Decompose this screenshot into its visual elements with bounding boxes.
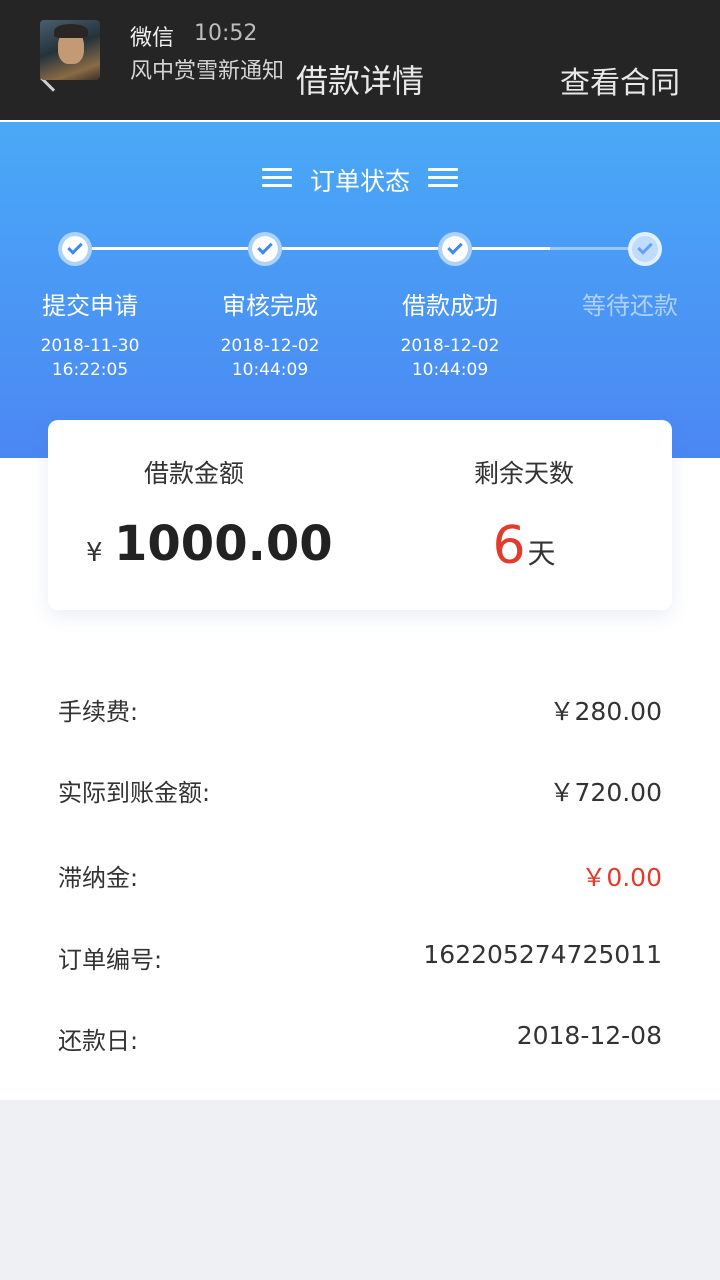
order-number-row: 订单编号: 162205274725011 — [58, 940, 662, 980]
remaining-days: 6天 — [394, 516, 654, 576]
notification-avatar[interactable] — [40, 20, 100, 80]
step-check-icon — [438, 232, 472, 266]
progress-line — [472, 247, 550, 250]
actual-received-row: 实际到账金额: ￥720.00 — [58, 773, 662, 813]
remaining-days-unit: 天 — [527, 537, 556, 570]
late-fee-row: 滞纳金: ￥0.00 — [58, 858, 662, 898]
detail-label: 还款日: — [58, 1027, 139, 1055]
currency-symbol: ¥ — [86, 538, 103, 568]
step-label-submit: 提交申请 — [42, 292, 138, 320]
step-label-success: 借款成功 — [402, 292, 498, 320]
step-check-icon — [628, 232, 662, 266]
detail-label: 滞纳金: — [58, 864, 139, 892]
status-title: 订单状态 — [309, 167, 410, 196]
menu-lines-icon — [428, 168, 458, 188]
progress-line — [92, 247, 248, 250]
step-timestamp: 2018-12-02 10:44:09 — [400, 336, 500, 380]
detail-value: 2018-12-08 — [516, 1021, 662, 1050]
step-check-icon — [248, 232, 282, 266]
step-label-waiting: 等待还款 — [582, 292, 678, 320]
view-contract-link[interactable]: 查看合同 — [560, 58, 680, 102]
fee-row: 手续费: ￥280.00 — [58, 692, 662, 732]
detail-label: 手续费: — [58, 698, 139, 726]
step-label-review: 审核完成 — [222, 292, 318, 320]
step-timestamp: 2018-11-30 16:22:05 — [40, 336, 140, 380]
detail-value: ￥720.00 — [549, 778, 662, 807]
header-bar: 借款详情 查看合同 微信 10:52 风中赏雪新通知 — [0, 0, 720, 120]
repayment-date-row: 还款日: 2018-12-08 — [58, 1021, 662, 1061]
remaining-days-value: 6 — [492, 516, 526, 576]
step-check-icon — [58, 232, 92, 266]
notification-app-name[interactable]: 微信 — [130, 20, 174, 52]
detail-value: ￥280.00 — [549, 697, 662, 726]
notification-message[interactable]: 风中赏雪新通知 — [130, 53, 284, 85]
detail-label: 实际到账金额: — [58, 779, 211, 807]
loan-amount-value: 1000.00 — [114, 516, 333, 572]
detail-value: 162205274725011 — [423, 940, 662, 969]
notification-time: 10:52 — [194, 21, 258, 46]
detail-value: ￥0.00 — [581, 863, 662, 892]
detail-label: 订单编号: — [58, 946, 163, 974]
remaining-days-label: 剩余天数 — [473, 459, 574, 488]
order-status-section: 订单状态 提交申请 审核完成 借款成功 等待还款 2018-11-30 16:22… — [0, 120, 720, 458]
loan-summary-card: 借款金额 剩余天数 ¥ 1000.00 6天 — [48, 420, 672, 610]
progress-line — [282, 247, 438, 250]
step-timestamp: 2018-12-02 10:44:09 — [220, 336, 320, 380]
loan-amount-label: 借款金额 — [143, 459, 244, 488]
progress-line-pending — [550, 247, 628, 250]
